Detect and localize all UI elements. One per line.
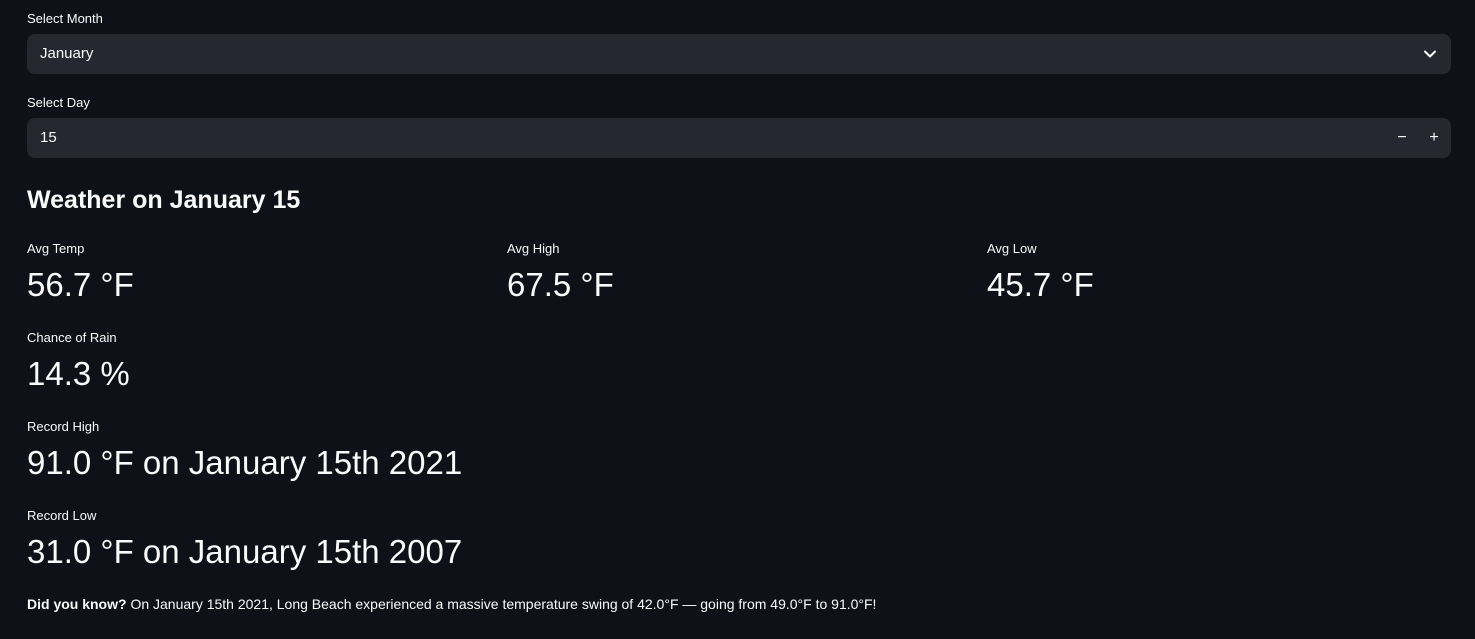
month-select-value: January (40, 45, 94, 62)
fun-fact-lead: Did you know? (27, 596, 127, 612)
fun-fact: Did you know? On January 15th 2021, Long… (27, 596, 876, 612)
metric-label: Record High (27, 419, 100, 434)
month-select-label: Select Month (27, 11, 103, 26)
metric-record-low: Record Low 31.0 °F on January 15th 2007 (27, 508, 462, 572)
day-input-label: Select Day (27, 95, 90, 110)
metric-record-high: Record High 91.0 °F on January 15th 2021 (27, 419, 462, 483)
day-number-input[interactable]: 15 − + (27, 118, 1451, 158)
metric-label: Avg Low (987, 241, 1037, 256)
month-select[interactable]: January (27, 34, 1451, 74)
metric-avg-low: Avg Low 45.7 °F (987, 241, 1094, 305)
metric-label: Avg Temp (27, 241, 85, 256)
decrement-button[interactable]: − (1386, 118, 1418, 158)
metric-avg-temp: Avg Temp 56.7 °F (27, 241, 134, 305)
metric-chance-of-rain: Chance of Rain 14.3 % (27, 330, 130, 394)
metric-value: 31.0 °F on January 15th 2007 (27, 533, 463, 570)
metric-value: 56.7 °F (27, 266, 134, 303)
metric-label: Avg High (507, 241, 560, 256)
metric-value: 91.0 °F on January 15th 2021 (27, 444, 463, 481)
day-input-value[interactable]: 15 (40, 118, 57, 158)
chevron-down-icon[interactable] (1423, 47, 1437, 61)
weather-heading: Weather on January 15 (27, 186, 301, 214)
app-main: Select Month January Select Day 15 − + W… (0, 0, 1475, 639)
metric-value: 14.3 % (27, 355, 130, 392)
metric-avg-high: Avg High 67.5 °F (507, 241, 614, 305)
metric-label: Chance of Rain (27, 330, 117, 345)
increment-button[interactable]: + (1418, 118, 1450, 158)
fun-fact-text: On January 15th 2021, Long Beach experie… (126, 596, 877, 612)
metric-value: 45.7 °F (987, 266, 1094, 303)
metric-value: 67.5 °F (507, 266, 614, 303)
metric-label: Record Low (27, 508, 97, 523)
